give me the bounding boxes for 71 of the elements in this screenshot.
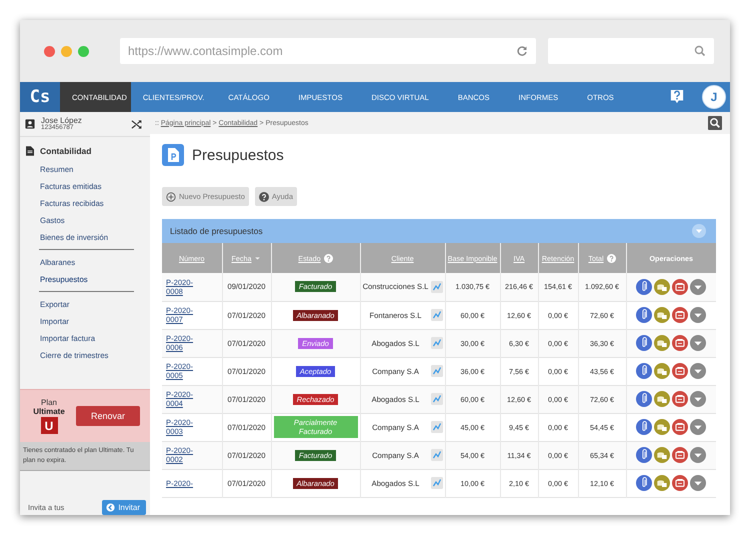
user-avatar[interactable]: J [702, 85, 726, 109]
logo[interactable]: Cs [20, 82, 60, 112]
chart-button-icon[interactable] [430, 280, 442, 293]
printer-icon[interactable] [672, 419, 688, 435]
paperclip-icon[interactable] [636, 419, 652, 435]
coins-icon[interactable] [654, 363, 670, 379]
invite-button[interactable]: Invitar [102, 500, 146, 514]
coins-icon[interactable] [654, 335, 670, 351]
chart-button-icon[interactable] [430, 421, 442, 433]
search-icon [694, 45, 706, 57]
printer-icon[interactable] [672, 363, 688, 379]
printer-icon[interactable] [672, 475, 688, 491]
page-title: Presupuestos [192, 146, 284, 164]
back-arrow-icon [106, 502, 116, 512]
chart-button-icon[interactable] [430, 337, 442, 349]
list-title: Listado de presupuestos [170, 226, 263, 236]
coins-icon[interactable] [654, 307, 670, 323]
help-icon [258, 192, 269, 202]
search-field[interactable] [548, 38, 714, 64]
dropdown-icon[interactable] [690, 447, 706, 463]
chart-button-icon[interactable] [430, 365, 442, 377]
coins-icon[interactable] [654, 419, 670, 435]
dropdown-icon[interactable] [690, 419, 706, 435]
renew-button[interactable]: Renovar [76, 406, 140, 426]
document-icon [162, 144, 184, 166]
printer-icon[interactable] [672, 447, 688, 463]
printer-icon[interactable] [672, 278, 688, 295]
printer-icon[interactable] [672, 335, 688, 351]
dropdown-icon[interactable] [690, 335, 706, 351]
user-name: Jose López [41, 116, 83, 125]
dropdown-icon[interactable] [690, 363, 706, 379]
maximize-dot-icon[interactable] [78, 46, 89, 56]
coins-icon[interactable] [654, 475, 670, 491]
search-icon[interactable] [708, 116, 722, 130]
plan-name: Ultimate [33, 407, 65, 416]
coins-icon[interactable] [654, 447, 670, 463]
chart-button-icon[interactable] [430, 449, 442, 461]
help-icon[interactable] [670, 89, 684, 105]
paperclip-icon[interactable] [636, 307, 652, 323]
user-card-icon [25, 119, 35, 129]
paperclip-icon[interactable] [636, 391, 652, 407]
coins-icon[interactable] [654, 391, 670, 407]
minimize-dot-icon[interactable] [61, 46, 72, 56]
paperclip-icon[interactable] [636, 475, 652, 491]
address-bar[interactable]: https://www.contasimple.com [120, 38, 536, 64]
chart-button-icon[interactable] [430, 477, 442, 489]
section-title: Contabilidad [40, 146, 92, 156]
reload-icon[interactable] [516, 45, 528, 57]
paperclip-icon[interactable] [636, 363, 652, 379]
help-icon[interactable] [606, 254, 616, 262]
paperclip-icon[interactable] [636, 335, 652, 351]
chart-button-icon[interactable] [430, 309, 442, 321]
printer-icon[interactable] [672, 391, 688, 407]
document-icon [26, 146, 34, 156]
help-icon[interactable] [324, 254, 333, 262]
plus-icon [166, 192, 176, 202]
dropdown-icon[interactable] [690, 307, 706, 323]
paperclip-icon[interactable] [636, 447, 652, 463]
shuffle-icon[interactable] [131, 118, 142, 130]
dropdown-icon[interactable] [690, 391, 706, 407]
dropdown-icon[interactable] [692, 224, 706, 238]
plan-badge: U [40, 417, 58, 434]
close-dot-icon[interactable] [44, 46, 55, 56]
chart-button-icon[interactable] [430, 393, 442, 405]
sort-caret-icon[interactable] [254, 254, 262, 262]
printer-icon[interactable] [672, 307, 688, 323]
coins-icon[interactable] [654, 278, 670, 295]
paperclip-icon[interactable] [636, 278, 652, 295]
dropdown-icon[interactable] [690, 278, 706, 295]
plan-label: Plan [40, 398, 57, 407]
dropdown-icon[interactable] [690, 475, 706, 491]
